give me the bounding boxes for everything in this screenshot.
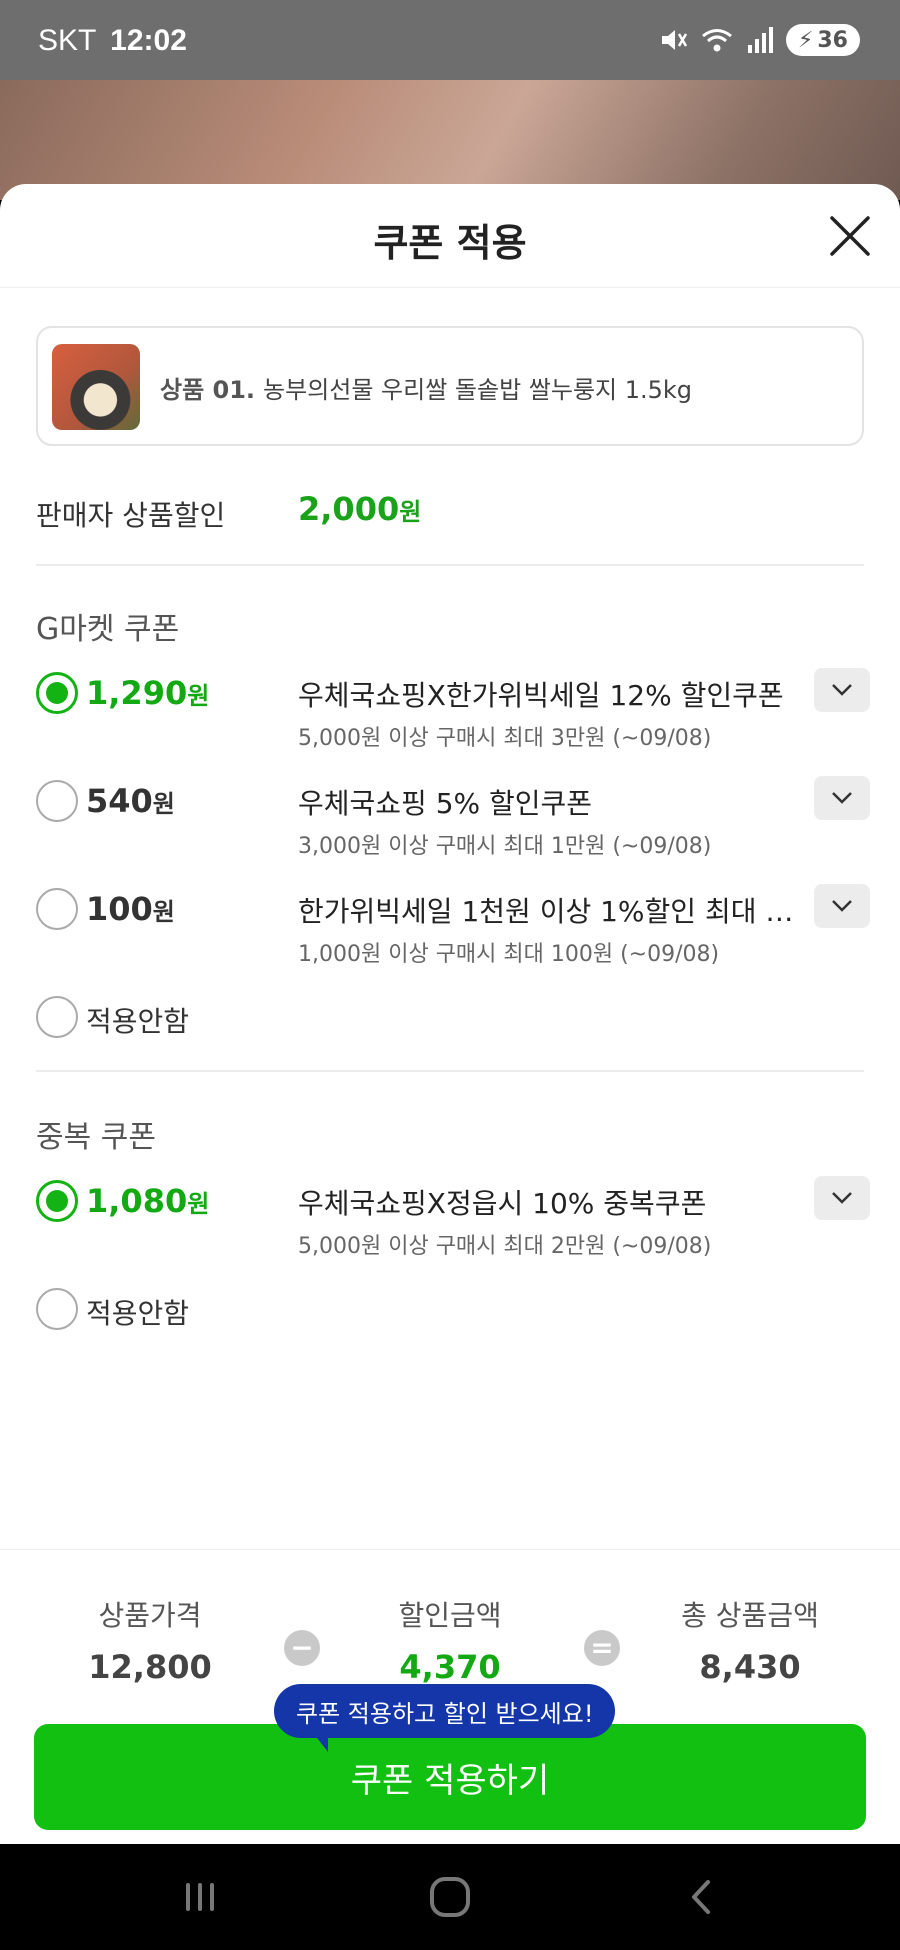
- home-icon: [430, 1877, 470, 1917]
- divider: [36, 564, 864, 566]
- recent-apps-button[interactable]: [170, 1872, 230, 1922]
- coupon-amount-unit: 원: [187, 682, 210, 710]
- chevron-down-icon: [832, 1192, 852, 1204]
- coupon-row-dup-none[interactable]: 적용안함: [36, 1284, 870, 1364]
- expand-coupon-button[interactable]: [814, 776, 870, 820]
- coupon-sheet: 쿠폰 적용 상품 01. 농부의선물 우리쌀 돌솥밥 쌀누룽지 1.5kg 판매자…: [0, 184, 900, 1844]
- mute-icon: [661, 30, 688, 50]
- wifi-icon: [701, 29, 732, 52]
- price-column: 상품가격 12,800: [50, 1594, 250, 1686]
- clock: 12:02: [110, 24, 187, 57]
- back-button[interactable]: [672, 1872, 732, 1922]
- back-icon: [692, 1880, 710, 1914]
- price-label: 상품가격: [98, 1599, 202, 1632]
- coupon-amount: 540원: [86, 782, 175, 820]
- gmarket-coupon-title: G마켓 쿠폰: [36, 612, 180, 647]
- discount-label: 할인금액: [398, 1599, 502, 1632]
- dup-coupon-title: 중복 쿠폰: [36, 1120, 156, 1155]
- coupon-description: 3,000원 이상 구매시 최대 1만원 (~09/08): [298, 834, 712, 859]
- coupon-name: 우체국쇼핑 5% 할인쿠폰: [298, 787, 593, 820]
- coupon-row-gmarket-2[interactable]: 540원 우체국쇼핑 5% 할인쿠폰 3,000원 이상 구매시 최대 1만원 …: [36, 776, 870, 859]
- background-photo: [0, 80, 900, 200]
- battery-level: 36: [817, 27, 848, 53]
- chevron-down-icon: [832, 684, 852, 696]
- expand-coupon-button[interactable]: [814, 884, 870, 928]
- battery-indicator: ⚡ 36: [785, 24, 860, 56]
- coupon-row-gmarket-none[interactable]: 적용안함: [36, 992, 870, 1072]
- product-name: 농부의선물 우리쌀 돌솥밥 쌀누룽지 1.5kg: [263, 376, 693, 404]
- radio-unselected-icon[interactable]: [36, 780, 78, 822]
- coupon-amount-unit: 원: [152, 898, 175, 926]
- coupon-amount-unit: 원: [187, 1190, 210, 1218]
- price-value: 12,800: [88, 1648, 212, 1686]
- radio-unselected-icon[interactable]: [36, 888, 78, 930]
- seller-discount-unit: 원: [399, 498, 422, 526]
- expand-coupon-button[interactable]: [814, 668, 870, 712]
- coupon-name: 우체국쇼핑X한가위빅세일 12% 할인쿠폰: [298, 679, 784, 712]
- coupon-amount-value: 100: [86, 890, 153, 928]
- product-text: 상품 01. 농부의선물 우리쌀 돌솥밥 쌀누룽지 1.5kg: [160, 370, 692, 405]
- coupon-row-dup-1[interactable]: 1,080원 우체국쇼핑X정읍시 10% 중복쿠폰 5,000원 이상 구매시 …: [36, 1176, 870, 1259]
- no-coupon-label: 적용안함: [86, 1005, 190, 1038]
- radio-unselected-icon[interactable]: [36, 996, 78, 1038]
- coupon-amount: 100원: [86, 890, 175, 928]
- coupon-description: 5,000원 이상 구매시 최대 2만원 (~09/08): [298, 1234, 712, 1259]
- status-carrier: SKT 12:02: [38, 24, 187, 58]
- seller-discount-label: 판매자 상품할인: [36, 499, 226, 532]
- navigation-bar: [0, 1844, 900, 1950]
- coupon-row-gmarket-3[interactable]: 100원 한가위빅세일 1천원 이상 1%할인 최대 100원 1,000원 이…: [36, 884, 870, 967]
- total-column: 총 상품금액 8,430: [650, 1594, 850, 1686]
- status-bar: SKT 12:02 ⚡ 36: [0, 0, 900, 80]
- radio-selected-icon[interactable]: [36, 1180, 78, 1222]
- divider: [36, 1070, 864, 1072]
- radio-selected-icon[interactable]: [36, 672, 78, 714]
- close-icon[interactable]: [828, 214, 872, 258]
- seller-discount-row: 판매자 상품할인 2,000원: [36, 484, 864, 544]
- total-value: 8,430: [699, 1648, 801, 1686]
- home-button[interactable]: [420, 1872, 480, 1922]
- total-label: 총 상품금액: [681, 1599, 819, 1632]
- carrier-label: SKT: [38, 24, 96, 57]
- coupon-amount-value: 1,290: [86, 674, 188, 712]
- coupon-amount: 1,080원: [86, 1182, 209, 1220]
- discount-value: 4,370: [399, 1648, 501, 1686]
- coupon-amount-unit: 원: [152, 790, 175, 818]
- product-card: 상품 01. 농부의선물 우리쌀 돌솥밥 쌀누룽지 1.5kg: [36, 326, 864, 446]
- coupon-name: 우체국쇼핑X정읍시 10% 중복쿠폰: [298, 1187, 707, 1220]
- product-number: 상품 01.: [160, 376, 256, 404]
- seller-discount-amount: 2,000원: [298, 490, 421, 528]
- equals-icon: =: [584, 1630, 620, 1666]
- expand-coupon-button[interactable]: [814, 1176, 870, 1220]
- seller-discount-value: 2,000: [298, 490, 400, 528]
- coupon-amount-value: 540: [86, 782, 153, 820]
- chevron-down-icon: [832, 900, 852, 912]
- no-coupon-label: 적용안함: [86, 1297, 190, 1330]
- sheet-header: 쿠폰 적용: [0, 184, 900, 288]
- charging-icon: ⚡: [797, 27, 814, 53]
- coupon-description: 5,000원 이상 구매시 최대 3만원 (~09/08): [298, 726, 712, 751]
- sheet-title: 쿠폰 적용: [373, 221, 527, 265]
- chevron-down-icon: [832, 792, 852, 804]
- recent-apps-icon: [186, 1883, 214, 1911]
- promo-tooltip: 쿠폰 적용하고 할인 받으세요!: [274, 1684, 616, 1752]
- product-thumbnail: [52, 344, 140, 430]
- discount-column: 할인금액 4,370: [350, 1594, 550, 1686]
- status-icons: ⚡ 36: [658, 24, 860, 56]
- apply-coupon-button[interactable]: 쿠폰 적용하기: [34, 1724, 866, 1830]
- coupon-amount-value: 1,080: [86, 1182, 188, 1220]
- coupon-description: 1,000원 이상 구매시 최대 100원 (~09/08): [298, 942, 720, 967]
- coupon-name: 한가위빅세일 1천원 이상 1%할인 최대 100원: [298, 895, 798, 928]
- minus-icon: −: [284, 1630, 320, 1666]
- radio-unselected-icon[interactable]: [36, 1288, 78, 1330]
- signal-icon: [747, 27, 773, 53]
- coupon-row-gmarket-1[interactable]: 1,290원 우체국쇼핑X한가위빅세일 12% 할인쿠폰 5,000원 이상 구…: [36, 668, 870, 751]
- coupon-amount: 1,290원: [86, 674, 209, 712]
